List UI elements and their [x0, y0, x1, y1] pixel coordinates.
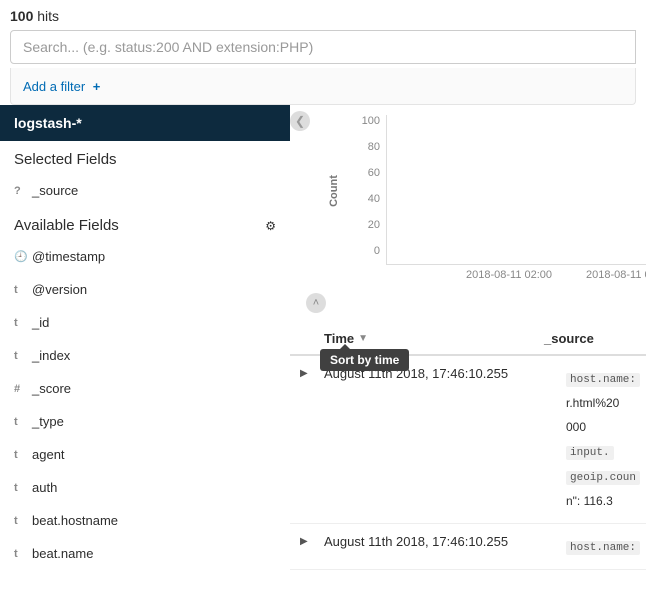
source-field-value: n": 116.3 [566, 494, 613, 508]
selected-fields-title: Selected Fields [0, 141, 290, 174]
y-tick: 20 [352, 219, 380, 231]
histogram-chart[interactable]: Count 100806040200 2018-08-11 02:002018-… [320, 115, 646, 285]
search-placeholder: Search... (e.g. status:200 AND extension… [23, 39, 313, 55]
hits-label: hits [37, 8, 59, 24]
time-cell: August 11th 2018, 17:46:10.255 [324, 534, 566, 559]
add-filter-label: Add a filter [23, 79, 85, 94]
field-item[interactable]: tbeat.hostname [0, 504, 290, 537]
field-item[interactable]: t@version [0, 273, 290, 306]
hits-count: 100 hits [10, 8, 636, 24]
gear-icon[interactable]: ⚙ [265, 219, 276, 233]
scroll-top-button[interactable]: ˄ [306, 293, 326, 313]
chart-x-axis: 2018-08-11 02:00 2018-08-11 08:00 [386, 269, 646, 285]
index-pattern-selector[interactable]: logstash-* [0, 105, 290, 141]
field-name: _id [32, 315, 49, 330]
field-name: beat.hostname [32, 513, 118, 528]
field-item[interactable]: tagent [0, 438, 290, 471]
source-field-key: host.name: [566, 373, 640, 387]
content-area: ❮ Count 100806040200 2018-08-11 02:00201… [290, 105, 646, 590]
sidebar: logstash-* Selected Fields ?_source Avai… [0, 105, 290, 590]
collapse-sidebar-button[interactable]: ❮ [290, 111, 310, 131]
y-tick: 80 [352, 141, 380, 153]
field-type-icon: ? [14, 185, 32, 197]
chart-plot-area [386, 115, 646, 265]
add-filter-button[interactable]: Add a filter + [23, 79, 100, 94]
field-name: auth [32, 480, 57, 495]
available-fields-label: Available Fields [14, 217, 119, 234]
hits-number: 100 [10, 8, 33, 24]
field-name: _index [32, 348, 70, 363]
field-item[interactable]: t_type [0, 405, 290, 438]
field-type-icon: t [14, 350, 32, 362]
available-fields-title: Available Fields ⚙ [0, 207, 290, 240]
field-item[interactable]: tauth [0, 471, 290, 504]
plus-icon: + [93, 79, 101, 94]
source-field-key: geoip.coun [566, 471, 640, 485]
y-tick: 40 [352, 193, 380, 205]
filter-bar: Add a filter + [10, 68, 636, 105]
field-item[interactable]: #_score [0, 372, 290, 405]
field-type-icon: # [14, 383, 32, 395]
sort-arrow-icon: ▼ [358, 333, 368, 344]
field-name: agent [32, 447, 65, 462]
source-field-key: host.name: [566, 541, 640, 555]
field-name: beat.name [32, 546, 93, 561]
chart-y-axis-label: Count [328, 175, 340, 207]
expand-row-button[interactable]: ▶ [300, 534, 324, 559]
search-input[interactable]: Search... (e.g. status:200 AND extension… [10, 30, 636, 64]
field-item[interactable]: ?_source [0, 174, 290, 207]
field-name: @timestamp [32, 249, 105, 264]
x-tick: 2018-08-11 02:00 [466, 269, 552, 281]
source-field-value: 000 [566, 420, 586, 434]
available-fields-list: 🕘@timestampt@versiont_idt_index#_scoret_… [0, 240, 290, 570]
field-type-icon: t [14, 416, 32, 428]
table-header: Time ▼ _source Sort by time [290, 321, 646, 356]
field-name: _source [32, 183, 78, 198]
field-item[interactable]: 🕘@timestamp [0, 240, 290, 273]
time-cell: August 11th 2018, 17:46:10.255 [324, 366, 566, 513]
y-tick: 60 [352, 167, 380, 179]
field-type-icon: t [14, 515, 32, 527]
field-item[interactable]: t_id [0, 306, 290, 339]
field-name: _score [32, 381, 71, 396]
selected-fields-label: Selected Fields [14, 151, 117, 168]
sort-tooltip: Sort by time [320, 349, 409, 371]
field-type-icon: t [14, 317, 32, 329]
document-table-body: ▶August 11th 2018, 17:46:10.255host.name… [290, 356, 646, 570]
table-row: ▶August 11th 2018, 17:46:10.255host.name… [290, 356, 646, 524]
expand-row-button[interactable]: ▶ [300, 366, 324, 513]
field-type-icon: t [14, 482, 32, 494]
field-type-icon: t [14, 284, 32, 296]
column-header-source[interactable]: _source [544, 331, 646, 346]
field-item[interactable]: tbeat.name [0, 537, 290, 570]
source-field-key: input. [566, 446, 614, 460]
source-cell: host.name: r.html%20 000 input. geoip.coun n… [566, 366, 646, 513]
field-name: _type [32, 414, 64, 429]
field-type-icon: t [14, 449, 32, 461]
y-tick: 0 [352, 245, 380, 257]
column-header-time[interactable]: Time ▼ [324, 331, 544, 346]
source-cell: host.name: [566, 534, 646, 559]
source-field-value: r.html%20 [566, 396, 619, 410]
selected-fields-list: ?_source [0, 174, 290, 207]
table-row: ▶August 11th 2018, 17:46:10.255host.name… [290, 524, 646, 570]
field-type-icon: 🕘 [14, 250, 32, 263]
y-tick: 100 [352, 115, 380, 127]
x-tick: 2018-08-11 08:00 [586, 269, 646, 281]
field-item[interactable]: t_index [0, 339, 290, 372]
field-type-icon: t [14, 548, 32, 560]
field-name: @version [32, 282, 87, 297]
